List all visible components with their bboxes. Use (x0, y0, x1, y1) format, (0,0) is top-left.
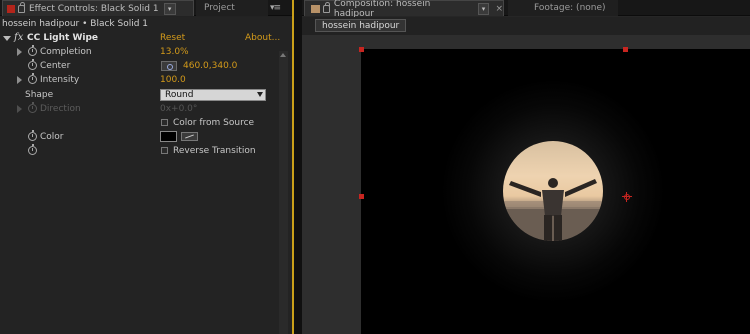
reset-link[interactable]: Reset (160, 31, 185, 45)
layer-handle-middle-left[interactable] (359, 194, 364, 199)
color-from-source-checkbox[interactable] (161, 119, 168, 126)
composition-icon (311, 4, 320, 13)
tab-project-label: Project (204, 3, 235, 13)
property-label: Intensity (40, 75, 80, 85)
direction-value: 0x+0.0° (160, 104, 198, 114)
property-row-completion: Completion 13.0% (0, 45, 280, 59)
property-label: Direction (40, 104, 81, 114)
light-wipe-reveal-image (503, 141, 603, 241)
reverse-transition-label[interactable]: Reverse Transition (173, 144, 256, 158)
light-wipe-center-crosshair-icon[interactable] (622, 192, 632, 202)
about-link[interactable]: About... (245, 31, 280, 45)
property-row-direction: Direction 0x+0.0° (0, 102, 280, 116)
point-target-icon[interactable] (161, 61, 177, 71)
shape-select[interactable]: Round (160, 89, 266, 101)
layer-handle-top-middle[interactable] (623, 47, 628, 52)
vertical-scrollbar[interactable] (279, 51, 288, 334)
effect-controls-tabbar: Effect Controls: Black Solid 1 ▾ Project… (0, 0, 292, 16)
composition-breadcrumb-bar: hossein hadipour (302, 17, 750, 35)
shape-select-value: Round (165, 90, 194, 100)
intensity-value[interactable]: 100.0 (160, 73, 186, 87)
layer-handle-top-left[interactable] (359, 47, 364, 52)
property-row-center: Center 460.0,340.0 (0, 59, 280, 73)
composition-tabbar: Composition: hossein hadipour ▾ × Footag… (302, 0, 750, 19)
disclosure-triangle-icon[interactable] (3, 36, 11, 41)
panel-menu-icon[interactable]: ▾≡ (270, 3, 281, 13)
property-row-intensity: Intensity 100.0 (0, 73, 280, 87)
chevron-down-icon[interactable]: ▾ (477, 2, 490, 15)
fx-toggle-icon[interactable]: fx (14, 31, 23, 45)
effect-controls-panel: Effect Controls: Black Solid 1 ▾ Project… (0, 0, 294, 334)
effect-header-row[interactable]: fx CC Light Wipe Reset About... (0, 31, 280, 45)
stopwatch-icon[interactable] (28, 130, 37, 141)
effect-controls-body: hossein hadipour • Black Solid 1 fx CC L… (0, 17, 292, 334)
tab-effect-controls-label: Effect Controls: Black Solid 1 (29, 3, 159, 14)
chevron-down-icon[interactable]: ▾ (163, 2, 176, 15)
tab-project[interactable]: Project (196, 0, 268, 16)
tab-footage[interactable]: Footage: (none) (508, 0, 618, 16)
eyedropper-icon[interactable] (181, 132, 198, 141)
color-from-source-label[interactable]: Color from Source (173, 116, 254, 130)
composition-panel: Composition: hossein hadipour ▾ × Footag… (302, 0, 750, 334)
close-icon[interactable] (7, 4, 15, 13)
stopwatch-icon[interactable] (28, 144, 37, 155)
stopwatch-icon[interactable] (28, 59, 37, 70)
tab-effect-controls[interactable]: Effect Controls: Black Solid 1 ▾ (2, 0, 194, 16)
tab-footage-label: Footage: (none) (534, 3, 606, 13)
composition-viewer[interactable] (302, 35, 750, 334)
property-label: Color (40, 132, 64, 142)
chevron-down-icon (257, 92, 263, 97)
scroll-up-icon[interactable] (280, 53, 286, 57)
property-row-color: Color (0, 130, 280, 144)
tab-composition-label: Composition: hossein hadipour (333, 0, 431, 19)
property-row-shape: Shape Round (0, 88, 280, 102)
tab-composition[interactable]: Composition: hossein hadipour ▾ × (304, 0, 504, 19)
person-silhouette (503, 178, 603, 241)
panel-divider[interactable] (294, 0, 302, 334)
effect-name: CC Light Wipe (27, 33, 99, 43)
layer-path: hossein hadipour • Black Solid 1 (2, 19, 149, 29)
composition-frame[interactable] (359, 47, 750, 334)
property-label: Center (40, 61, 71, 71)
property-row-reverse-transition: Reverse Transition (0, 144, 280, 158)
stopwatch-icon[interactable] (28, 45, 37, 56)
breadcrumb[interactable]: hossein hadipour (315, 19, 407, 32)
stopwatch-icon[interactable] (28, 73, 37, 84)
expand-triangle-icon (17, 105, 22, 113)
close-icon[interactable]: × (495, 4, 503, 14)
color-swatch[interactable] (160, 131, 177, 142)
completion-value[interactable]: 13.0% (160, 45, 189, 59)
lock-icon[interactable] (18, 1, 25, 13)
property-label: Shape (25, 90, 54, 100)
reverse-transition-checkbox[interactable] (161, 147, 168, 154)
property-label: Completion (40, 47, 92, 57)
expand-triangle-icon[interactable] (17, 76, 22, 84)
stopwatch-icon (28, 102, 37, 113)
lock-icon[interactable] (322, 1, 330, 13)
property-row-color-from-source: Color from Source (0, 116, 280, 130)
center-value[interactable]: 460.0,340.0 (183, 59, 237, 73)
expand-triangle-icon[interactable] (17, 48, 22, 56)
